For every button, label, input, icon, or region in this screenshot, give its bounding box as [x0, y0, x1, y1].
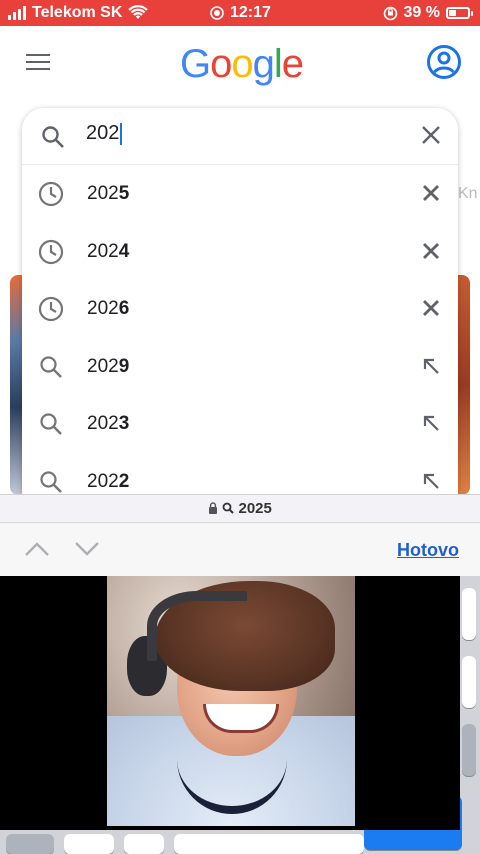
- keyboard-key[interactable]: [462, 724, 476, 776]
- orientation-lock-icon: [383, 6, 397, 20]
- suggestion-completion: 9: [118, 355, 130, 377]
- google-logo[interactable]: Google: [180, 42, 304, 87]
- logo-letter: o: [210, 42, 232, 86]
- status-bar: Telekom SK 12:17 39 %: [0, 0, 480, 26]
- suggestion-prefix: 202: [87, 470, 119, 492]
- suggestion-text: 2029: [87, 356, 129, 378]
- history-clock-icon: [38, 181, 64, 207]
- background-peek-text: Kn: [458, 185, 478, 202]
- keyboard-toolbar: Hotovo: [0, 522, 480, 577]
- video-overlay[interactable]: [0, 576, 460, 830]
- headphone-band: [147, 591, 247, 661]
- done-button[interactable]: Hotovo: [397, 540, 459, 561]
- suggestion-lead-icon: [38, 181, 64, 212]
- signal-strength-icon: [8, 6, 26, 20]
- suggestion-prefix: 202: [87, 240, 119, 262]
- lock-icon: [209, 502, 218, 514]
- logo-letter: o: [231, 42, 253, 86]
- suggestion-prefix: 202: [87, 413, 119, 434]
- background-card-left: [10, 275, 22, 495]
- google-header: Google: [0, 26, 480, 106]
- suggestion-prefix: 202: [87, 298, 119, 319]
- search-query-text: 202: [86, 122, 120, 144]
- history-clock-icon: [38, 239, 64, 264]
- suggestion-text: 2026: [87, 298, 129, 320]
- suggestion-completion: 2: [118, 470, 130, 492]
- suggestion-item[interactable]: 2025: [22, 165, 458, 223]
- search-icon: [222, 502, 235, 514]
- battery-level-fill: [449, 10, 456, 16]
- keyboard-key[interactable]: [64, 834, 114, 854]
- text-caret: [120, 122, 123, 145]
- suggestion-lead-icon: [38, 296, 64, 327]
- remove-icon[interactable]: [422, 242, 440, 260]
- suggestion-lead-icon: [38, 239, 64, 270]
- suggestion-item[interactable]: 2022: [22, 453, 458, 495]
- suggestion-lead-icon: [38, 469, 64, 495]
- search-box[interactable]: 202: [22, 108, 458, 165]
- search-icon: [42, 126, 64, 148]
- carrier-name: Telekom SK: [32, 4, 123, 21]
- suggestion-text: 2024: [87, 241, 129, 263]
- chevron-up-icon[interactable]: [24, 541, 50, 557]
- suggestion-action[interactable]: [422, 184, 440, 207]
- close-icon[interactable]: [420, 124, 442, 146]
- suggestion-prefix: 202: [87, 183, 119, 204]
- keyboard-key[interactable]: [462, 588, 476, 640]
- search-input[interactable]: 202: [86, 122, 386, 145]
- history-clock-icon: [38, 296, 64, 322]
- battery-percent: 39 %: [403, 4, 440, 21]
- suggestion-lead-icon: [38, 354, 64, 385]
- background-card-right: [458, 275, 470, 495]
- suggestion-text: 2025: [87, 183, 129, 205]
- fill-query-arrow-icon[interactable]: [422, 414, 440, 432]
- suggestion-item[interactable]: 2024: [22, 223, 458, 281]
- logo-letter: l: [273, 42, 283, 86]
- suggestion-action[interactable]: [422, 299, 440, 322]
- suggestion-action[interactable]: [422, 242, 440, 265]
- fill-query-arrow-icon[interactable]: [422, 357, 440, 375]
- address-bar[interactable]: 2025: [0, 494, 480, 523]
- screen-recording-icon: [210, 6, 224, 20]
- suggestion-item[interactable]: 2026: [22, 280, 458, 338]
- suggestions-list: 2025 2024 2026 2029 2023 2022: [22, 165, 458, 494]
- remove-icon[interactable]: [422, 299, 440, 317]
- suggestion-action[interactable]: [422, 472, 440, 495]
- video-frame[interactable]: [107, 576, 355, 826]
- suggestion-text: 2023: [87, 413, 129, 435]
- remove-icon[interactable]: [422, 184, 440, 202]
- keyboard-key[interactable]: [6, 834, 54, 854]
- chevron-down-icon[interactable]: [74, 541, 100, 557]
- search-icon: [40, 470, 62, 493]
- suggestion-text: 2022: [87, 471, 129, 493]
- suggestion-completion: 4: [118, 240, 130, 262]
- address-text: 2025: [238, 500, 272, 517]
- hamburger-menu-icon[interactable]: [26, 54, 50, 74]
- keyboard-key[interactable]: [462, 656, 476, 708]
- suggestion-lead-icon: [38, 411, 64, 442]
- search-icon: [40, 355, 62, 378]
- search-suggestions-panel: 202 2025 2024 2026 2029 2023 2022: [22, 108, 458, 494]
- logo-letter: g: [252, 42, 275, 86]
- account-circle-icon[interactable]: [426, 44, 462, 80]
- suggestion-action[interactable]: [422, 414, 440, 437]
- search-icon: [40, 413, 62, 435]
- suggestion-action[interactable]: [422, 357, 440, 380]
- logo-letter: G: [180, 42, 211, 86]
- suggestion-completion: 5: [118, 183, 130, 204]
- wifi-icon: [128, 5, 149, 19]
- fill-query-arrow-icon[interactable]: [422, 472, 440, 490]
- suggestion-completion: 6: [118, 298, 130, 319]
- clock: 12:17: [230, 4, 271, 21]
- suggestion-item[interactable]: 2023: [22, 395, 458, 453]
- keyboard-key[interactable]: [124, 834, 164, 854]
- suggestion-prefix: 202: [87, 355, 119, 377]
- logo-letter: e: [281, 42, 304, 86]
- suggestion-completion: 3: [118, 413, 130, 434]
- suggestion-item[interactable]: 2029: [22, 338, 458, 396]
- space-key[interactable]: [174, 834, 364, 854]
- battery-icon: [446, 7, 473, 19]
